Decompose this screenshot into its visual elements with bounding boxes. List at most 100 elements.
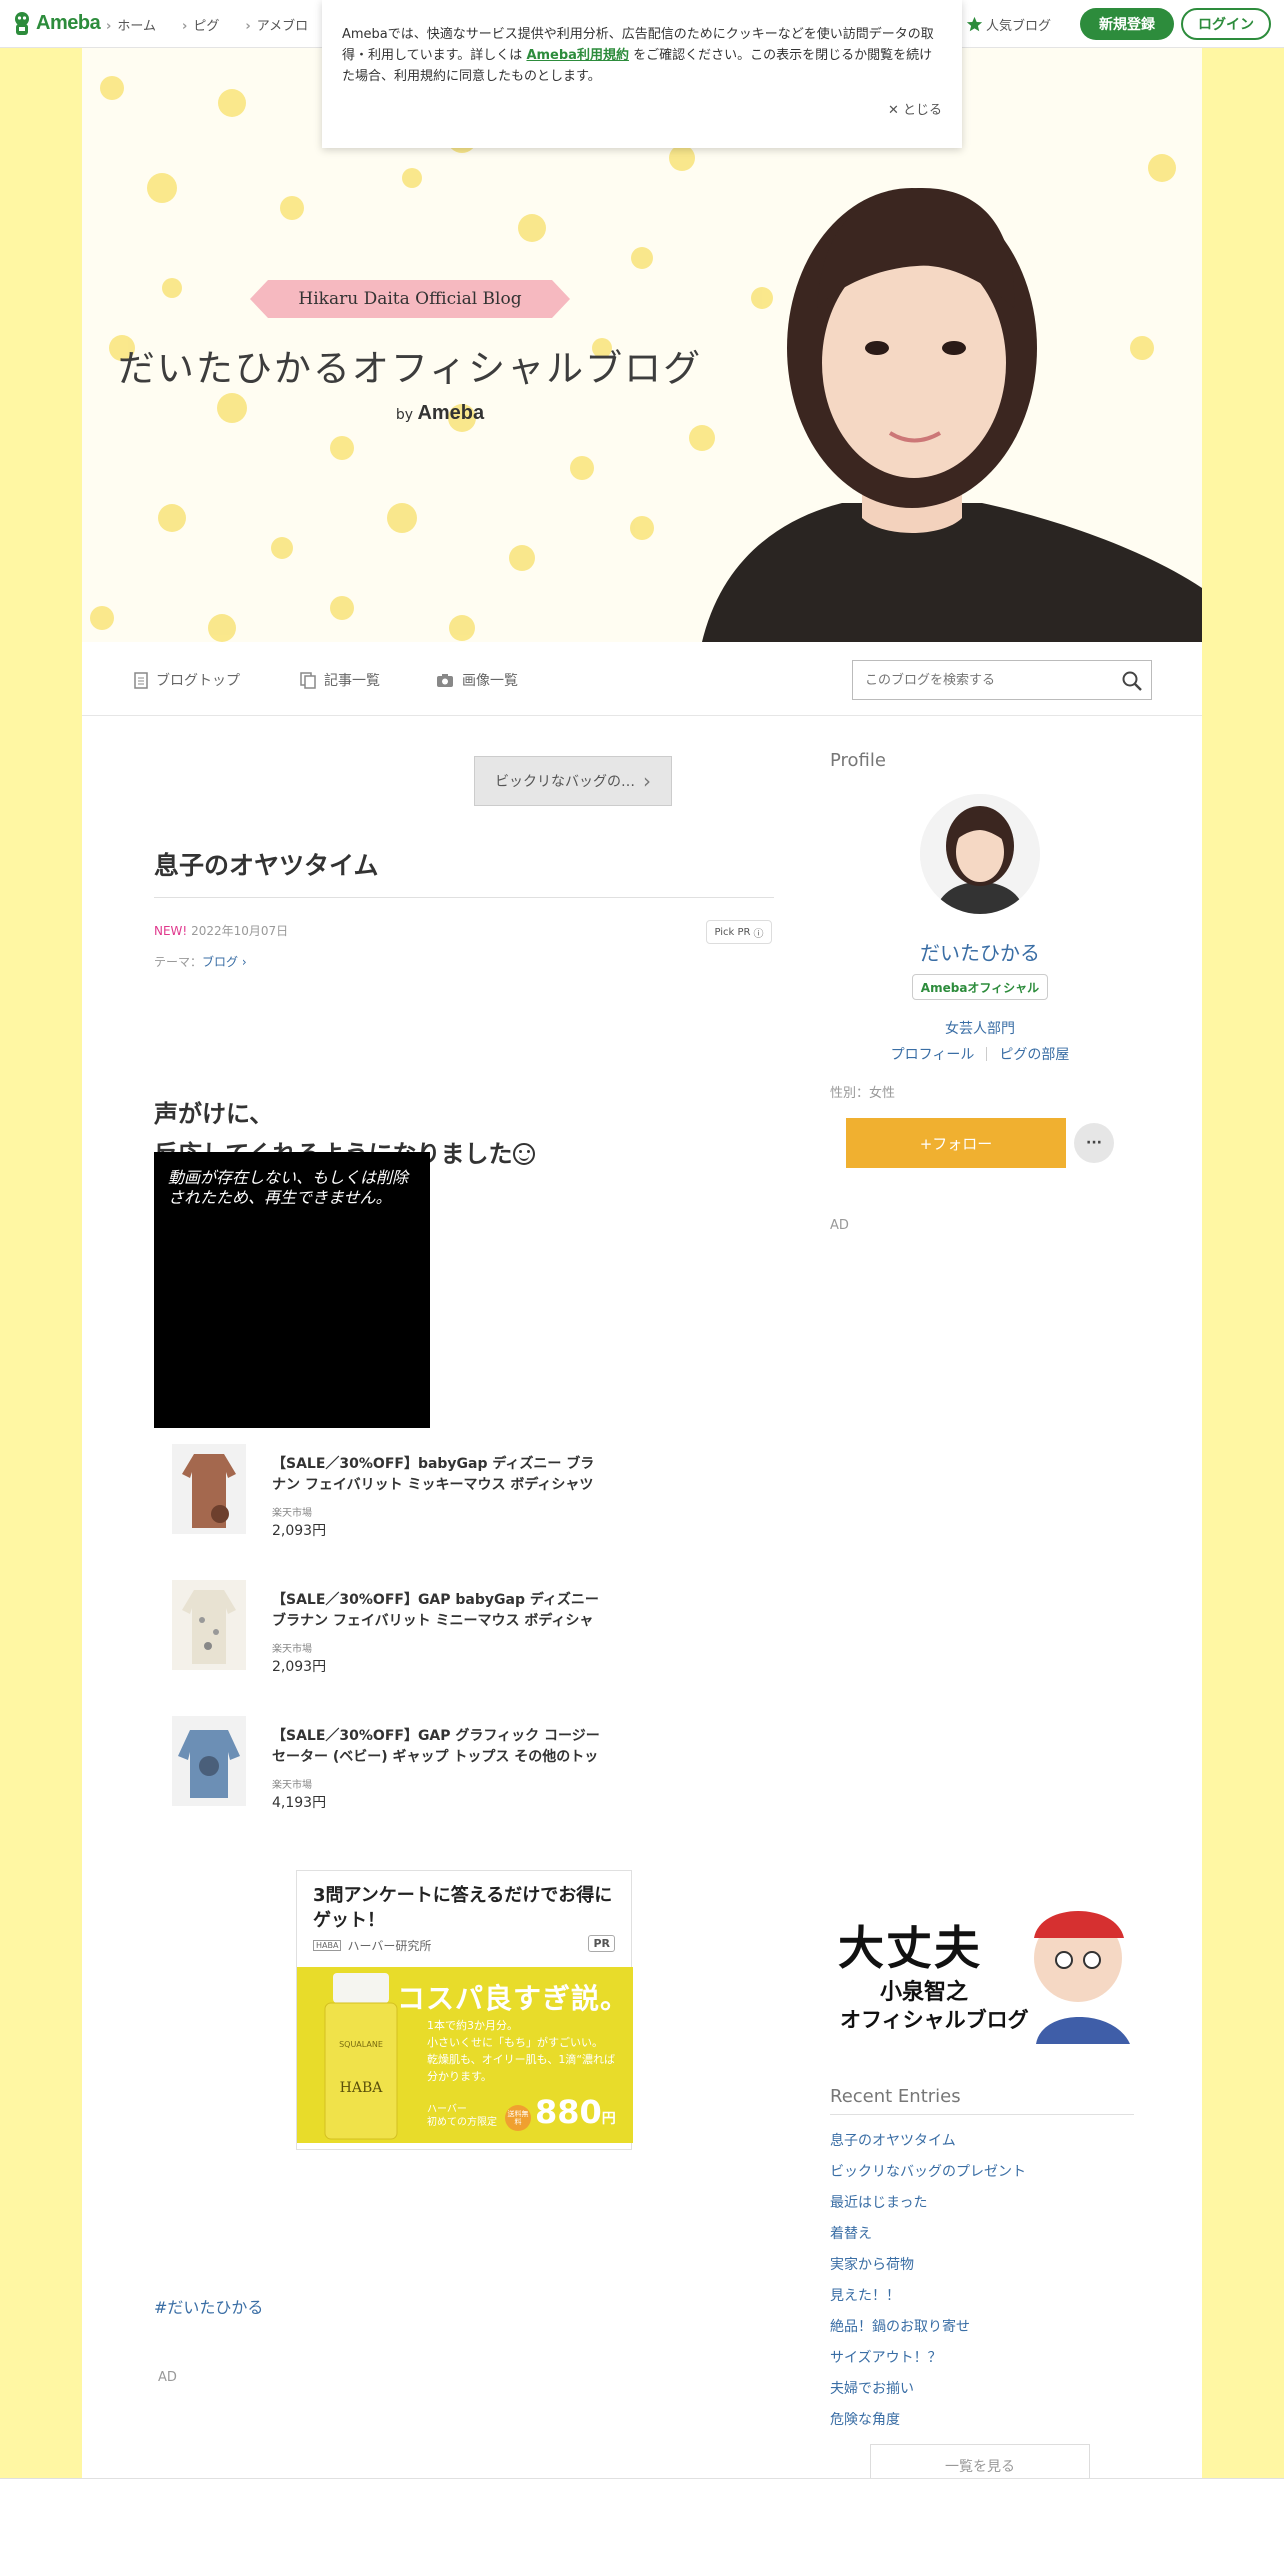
video-player[interactable]: 動画が存在しない、もしくは削除されたため、再生できません。 <box>154 1152 430 1428</box>
bottle-label: HABA <box>340 2080 384 2096</box>
banner-subtitle: オフィシャルブログ <box>840 2008 1029 2032</box>
chevron-right-icon: › <box>643 769 651 793</box>
prev-entry-button[interactable]: ビックリなバッグの… › <box>474 756 672 806</box>
product-shop: 楽天市場 <box>272 1644 312 1655</box>
more-options-button[interactable]: ··· <box>1074 1123 1114 1163</box>
hero-title-block: Hikaru Daita Official Blog だいたひかるオフィシャルブ… <box>110 280 710 425</box>
recent-entry[interactable]: 最近はじまった <box>830 2188 1026 2219</box>
close-icon: ✕ <box>887 103 903 118</box>
official-badge: Amebaオフィシャル <box>912 974 1048 1000</box>
nav-blog-top-label: ブログトップ <box>156 673 240 689</box>
ad-price-label-2: 初めての方限定 <box>427 2117 497 2128</box>
nav-image-list[interactable]: 画像一覧 <box>436 670 518 690</box>
bottle-top-text: SQUALANE <box>339 2040 383 2049</box>
ameba-logo[interactable]: Ameba <box>12 10 101 36</box>
recent-entry[interactable]: ビックリなバッグのプレゼント <box>830 2157 1026 2188</box>
footer-strip <box>0 2478 1284 2568</box>
ad-price: 880円 <box>535 2093 616 2131</box>
profile-link[interactable]: プロフィール <box>891 1047 975 1063</box>
ad-sub-3: 乾燥肌も、オイリー肌も、1滴“濃れば <box>427 2053 616 2066</box>
recent-entry[interactable]: 見えた！！ <box>830 2281 1026 2312</box>
copy-icon <box>300 671 316 689</box>
portrait <box>702 188 1202 642</box>
nav-ameblo[interactable]: アメブロ <box>245 15 308 34</box>
hero-ribbon: Hikaru Daita Official Blog <box>250 280 570 318</box>
logo-text: Ameba <box>36 11 101 34</box>
login-button[interactable]: ログイン <box>1181 8 1271 40</box>
blog-search-input[interactable] <box>853 661 1103 699</box>
global-nav: ホーム ピグ アメブロ <box>106 0 308 48</box>
search-icon[interactable] <box>1121 670 1143 692</box>
product-name: 【SALE／30%OFF】GAP babyGap ディズニーブラナン フェイバリ… <box>272 1592 599 1629</box>
follow-button[interactable]: +フォロー <box>846 1118 1066 1168</box>
popular-blog-link[interactable]: 人気ブログ <box>966 15 1051 34</box>
nav-blog-top[interactable]: ブログトップ <box>134 670 240 690</box>
profile-heading: Profile <box>830 750 886 771</box>
article-title[interactable]: 息子のオヤツタイム <box>154 846 379 882</box>
profile-department[interactable]: 女芸人部門 <box>830 1018 1130 1038</box>
nav-entry-list[interactable]: 記事一覧 <box>300 670 380 690</box>
new-badge: NEW! <box>154 924 188 938</box>
ad-sub-copy: 1本で約3か月分。 小さいくせに「もち」がすごいい。 乾燥肌も、オイリー肌も、1… <box>427 2017 615 2085</box>
blog-search <box>852 660 1152 700</box>
product-item[interactable]: 【SALE／30%OFF】GAP babyGap ディズニーブラナン フェイバリ… <box>172 1580 612 1690</box>
recent-entries-heading: Recent Entries <box>830 2086 961 2107</box>
profile-name[interactable]: だいたひかる <box>830 937 1130 966</box>
banner-name: 小泉智之 <box>880 1980 969 2005</box>
product-thumbnail <box>172 1716 246 1806</box>
cookie-close-button[interactable]: ✕ とじる <box>888 100 942 121</box>
popular-blog-label: 人気ブログ <box>986 19 1052 34</box>
recent-entry[interactable]: 息子のオヤツタイム <box>830 2126 1026 2157</box>
title-divider <box>154 897 774 898</box>
ad-headline: 3問アンケートに答えるだけでお得にゲット！ <box>313 1885 613 1931</box>
recent-entry[interactable]: 実家から荷物 <box>830 2250 1026 2281</box>
info-icon: ⓘ <box>753 928 764 940</box>
ad-price-value: 880 <box>535 2093 602 2131</box>
avatar[interactable] <box>920 794 1040 914</box>
product-thumbnail <box>172 1444 246 1534</box>
blog-nav: ブログトップ 記事一覧 画像一覧 <box>82 642 1202 716</box>
ad-copy: コスパ良すぎ説。 <box>397 1982 630 2015</box>
pick-pr-label: Pick PR <box>714 926 751 938</box>
product-name: 【SALE／30%OFF】GAP グラフィック コージーセーター (ベビー) ギ… <box>272 1728 600 1765</box>
product-name: 【SALE／30%OFF】babyGap ディズニー ブラナン フェイバリット … <box>272 1456 595 1493</box>
nav-pigg[interactable]: ピグ <box>182 15 219 34</box>
recent-entry[interactable]: 夫婦でお揃い <box>830 2374 1026 2405</box>
document-icon <box>134 671 148 689</box>
ad-label: AD <box>158 2370 177 2385</box>
blog-container: Hikaru Daita Official Blog だいたひかるオフィシャルブ… <box>82 48 1202 2488</box>
sidebar-banner[interactable]: 大丈夫 小泉智之 オフィシャルブログ <box>830 1888 1134 2044</box>
recent-entry[interactable]: 着替え <box>830 2219 1026 2250</box>
ad-sub-2: 小さいくせに「もち」がすごいい。 <box>427 2036 603 2049</box>
ad-image: SQUALANE HABA コスパ良すぎ説。 1本で約3か月分。 小さいくせに「… <box>297 1967 633 2143</box>
ad-sponsor: HABA ハーバー研究所 <box>313 1937 431 1954</box>
product-price: 2,093円 <box>272 1523 327 1539</box>
signup-button[interactable]: 新規登録 <box>1080 8 1174 40</box>
avatar-image <box>920 794 1040 914</box>
product-item[interactable]: 【SALE／30%OFF】babyGap ディズニー ブラナン フェイバリット … <box>172 1444 612 1554</box>
product-shop: 楽天市場 <box>272 1508 312 1519</box>
profile-links: プロフィール ピグの部屋 <box>830 1044 1130 1064</box>
sponsor-name: ハーバー研究所 <box>347 1939 432 1953</box>
pick-pr-badge[interactable]: Pick PR ⓘ <box>706 920 772 944</box>
product-price: 2,093円 <box>272 1659 327 1675</box>
pigg-room-link[interactable]: ピグの部屋 <box>999 1047 1069 1063</box>
terms-link[interactable]: Ameba利用規約 <box>526 48 629 63</box>
recent-entry[interactable]: サイズアウト！？ <box>830 2343 1026 2374</box>
recent-entry[interactable]: 危険な角度 <box>830 2405 1026 2436</box>
article-meta: NEW! 2022年10月07日 <box>154 922 288 939</box>
nav-home[interactable]: ホーム <box>106 15 156 34</box>
star-icon <box>966 16 983 32</box>
hashtag-link[interactable]: #だいたひかる <box>154 2294 263 2318</box>
blog-title: だいたひかるオフィシャルブログ <box>117 347 703 390</box>
by-ameba: by Ameba <box>170 402 710 425</box>
product-thumbnail <box>172 1580 246 1670</box>
theme-link[interactable]: ブログ <box>202 955 238 969</box>
product-item[interactable]: 【SALE／30%OFF】GAP グラフィック コージーセーター (ベビー) ギ… <box>172 1716 612 1826</box>
pr-badge: PR <box>588 1935 615 1952</box>
ad-card[interactable]: 3問アンケートに答えるだけでお得にゲット！ HABA ハーバー研究所 PR SQ… <box>296 1870 633 2150</box>
ad-price-unit: 円 <box>601 2111 616 2127</box>
prev-entry-label: ビックリなバッグの… <box>495 774 635 790</box>
theme-label: テーマ： <box>154 955 203 969</box>
recent-entry[interactable]: 絶品！鍋のお取り寄せ <box>830 2312 1026 2343</box>
